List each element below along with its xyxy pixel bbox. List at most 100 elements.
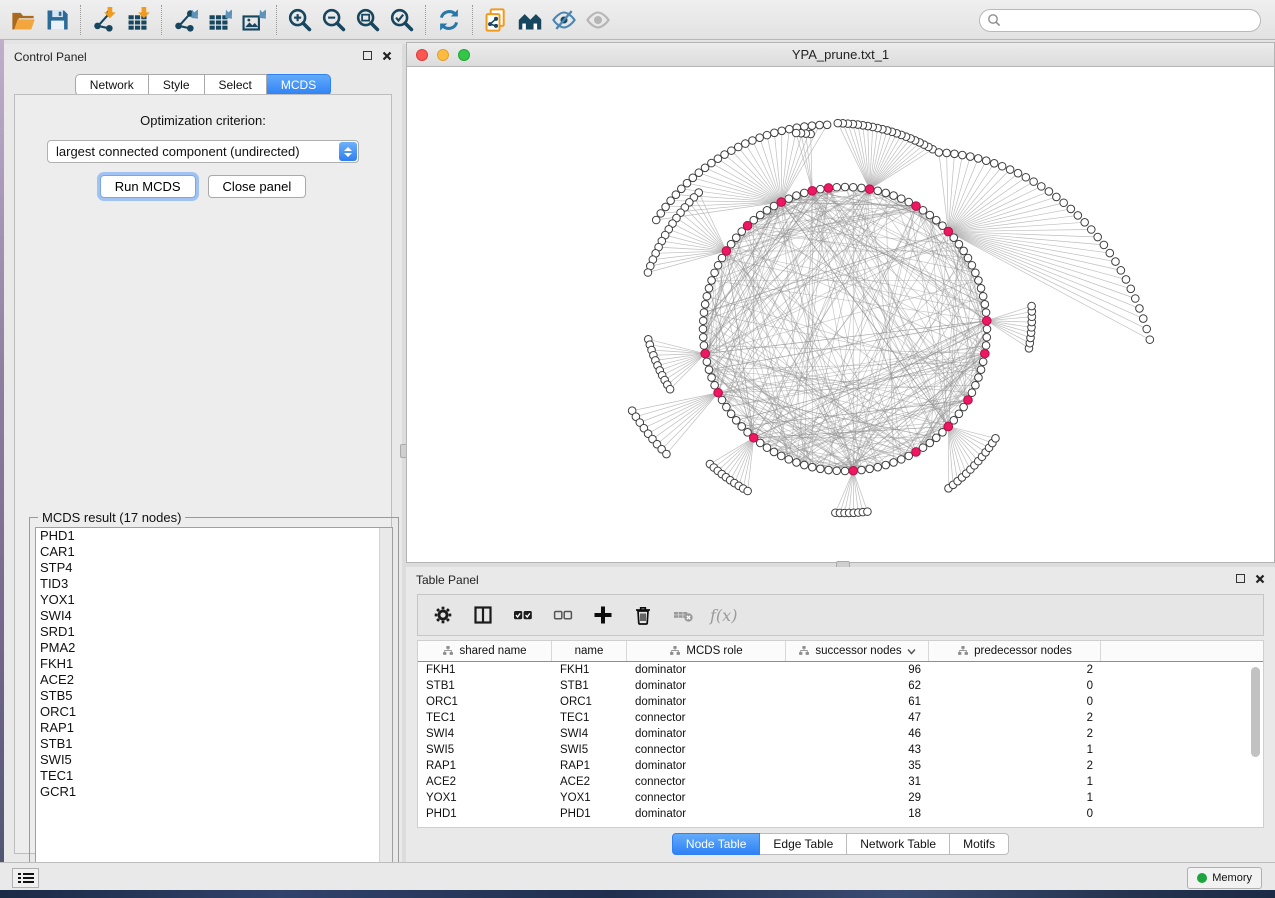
save-session-icon[interactable] <box>40 4 74 36</box>
float-panel-icon[interactable] <box>363 51 372 60</box>
search-icon <box>987 13 1001 27</box>
mcds-result-item[interactable]: TEC1 <box>36 768 392 784</box>
toolbar-separator <box>80 5 81 35</box>
mcds-result-item[interactable]: ACE2 <box>36 672 392 688</box>
table-row[interactable]: PHD1PHD1dominator180 <box>418 806 1263 822</box>
mcds-result-title: MCDS result (17 nodes) <box>38 510 185 525</box>
zoom-selected-icon[interactable] <box>385 4 419 36</box>
table-cell: connector <box>627 790 786 806</box>
column-header-successor-nodes[interactable]: successor nodes <box>786 641 929 661</box>
node-table: shared namenameMCDS rolesuccessor nodesp… <box>417 640 1264 828</box>
deselect-all-icon[interactable] <box>550 602 576 628</box>
table-row[interactable]: SWI4SWI4dominator462 <box>418 726 1263 742</box>
table-cell: ACE2 <box>418 774 552 790</box>
close-panel-button[interactable]: Close panel <box>208 175 307 198</box>
network-canvas[interactable] <box>407 67 1274 562</box>
mcds-result-item[interactable]: ORC1 <box>36 704 392 720</box>
table-cell: YOX1 <box>552 790 627 806</box>
mcds-result-item[interactable]: SRD1 <box>36 624 392 640</box>
close-table-panel-icon[interactable] <box>1255 574 1265 584</box>
table-cell: ORC1 <box>418 694 552 710</box>
mcds-result-item[interactable]: STB5 <box>36 688 392 704</box>
hide-graphics-details-icon[interactable] <box>547 4 581 36</box>
mcds-result-item[interactable]: SWI5 <box>36 752 392 768</box>
table-cell: dominator <box>627 678 786 694</box>
column-header-MCDS-role[interactable]: MCDS role <box>627 641 786 661</box>
search-input[interactable] <box>979 9 1261 32</box>
select-all-icon[interactable] <box>510 602 536 628</box>
maximize-window-icon[interactable] <box>458 49 470 61</box>
zoom-fit-icon[interactable] <box>351 4 385 36</box>
table-row[interactable]: SWI5SWI5connector431 <box>418 742 1263 758</box>
mcds-result-item[interactable]: PHD1 <box>36 528 392 544</box>
open-file-icon[interactable] <box>6 4 40 36</box>
criterion-dropdown[interactable]: largest connected component (undirected) <box>47 140 359 163</box>
network-graph <box>407 67 1274 562</box>
delete-column-icon[interactable] <box>630 602 656 628</box>
tab-network[interactable]: Network <box>75 74 149 96</box>
network-window-titlebar[interactable]: YPA_prune.txt_1 <box>407 43 1274 67</box>
minimize-window-icon[interactable] <box>437 49 449 61</box>
column-header-predecessor-nodes[interactable]: predecessor nodes <box>929 641 1101 661</box>
table-row[interactable]: RAP1RAP1dominator352 <box>418 758 1263 774</box>
mcds-result-item[interactable]: GCR1 <box>36 784 392 800</box>
add-column-icon[interactable] <box>590 602 616 628</box>
close-window-icon[interactable] <box>416 49 428 61</box>
mcds-result-item[interactable]: FKH1 <box>36 656 392 672</box>
zoom-in-icon[interactable] <box>283 4 317 36</box>
export-network-icon[interactable] <box>168 4 202 36</box>
status-bar: Memory <box>0 862 1275 890</box>
show-graphics-details-icon <box>581 4 615 36</box>
export-table-icon[interactable] <box>202 4 236 36</box>
network-from-selection-icon[interactable] <box>479 4 513 36</box>
run-mcds-button[interactable]: Run MCDS <box>100 175 196 198</box>
table-cell: 2 <box>929 726 1101 742</box>
mcds-result-list[interactable]: PHD1CAR1STP4TID3YOX1SWI4SRD1PMA2FKH1ACE2… <box>35 527 393 881</box>
memory-button[interactable]: Memory <box>1187 867 1262 889</box>
table-cell: 2 <box>929 662 1101 678</box>
table-row[interactable]: TEC1TEC1connector472 <box>418 710 1263 726</box>
export-image-icon[interactable] <box>236 4 270 36</box>
memory-label: Memory <box>1212 872 1252 884</box>
tab-mcds[interactable]: MCDS <box>267 74 331 96</box>
tab-select[interactable]: Select <box>205 74 267 96</box>
import-table-icon[interactable] <box>121 4 155 36</box>
column-header-name[interactable]: name <box>552 641 627 661</box>
float-table-panel-icon[interactable] <box>1236 574 1245 583</box>
table-cell: 0 <box>929 694 1101 710</box>
table-cell: 43 <box>786 742 929 758</box>
table-scrollbar[interactable] <box>1250 665 1261 825</box>
mcds-result-item[interactable]: YOX1 <box>36 592 392 608</box>
table-row[interactable]: ACE2ACE2connector311 <box>418 774 1263 790</box>
column-layout-icon[interactable] <box>470 602 496 628</box>
table-row[interactable]: ORC1ORC1dominator610 <box>418 694 1263 710</box>
tab-node-table[interactable]: Node Table <box>672 833 761 855</box>
mcds-list-scrollbar[interactable] <box>379 528 392 880</box>
table-row[interactable]: STB1STB1dominator620 <box>418 678 1263 694</box>
close-panel-icon[interactable] <box>382 51 392 61</box>
mcds-result-item[interactable]: STB1 <box>36 736 392 752</box>
mcds-result-item[interactable]: CAR1 <box>36 544 392 560</box>
toolbar-separator <box>276 5 277 35</box>
column-header-shared-name[interactable]: shared name <box>418 641 552 661</box>
gear-icon[interactable] <box>430 602 456 628</box>
mcds-result-item[interactable]: TID3 <box>36 576 392 592</box>
tab-style[interactable]: Style <box>149 74 205 96</box>
table-cell: 0 <box>929 678 1101 694</box>
mcds-result-item[interactable]: RAP1 <box>36 720 392 736</box>
mcds-result-item[interactable]: STP4 <box>36 560 392 576</box>
toolbar-separator <box>161 5 162 35</box>
table-row[interactable]: FKH1FKH1dominator962 <box>418 662 1263 678</box>
import-network-icon[interactable] <box>87 4 121 36</box>
mcds-result-item[interactable]: SWI4 <box>36 608 392 624</box>
network-overview-icon[interactable] <box>513 4 547 36</box>
zoom-out-icon[interactable] <box>317 4 351 36</box>
task-history-button[interactable] <box>12 868 39 888</box>
tab-edge-table[interactable]: Edge Table <box>760 833 847 855</box>
tab-network-table[interactable]: Network Table <box>847 833 950 855</box>
table-row[interactable]: YOX1YOX1connector291 <box>418 790 1263 806</box>
mcds-result-item[interactable]: PMA2 <box>36 640 392 656</box>
table-cell: SWI5 <box>418 742 552 758</box>
refresh-view-icon[interactable] <box>432 4 466 36</box>
tab-motifs[interactable]: Motifs <box>950 833 1009 855</box>
